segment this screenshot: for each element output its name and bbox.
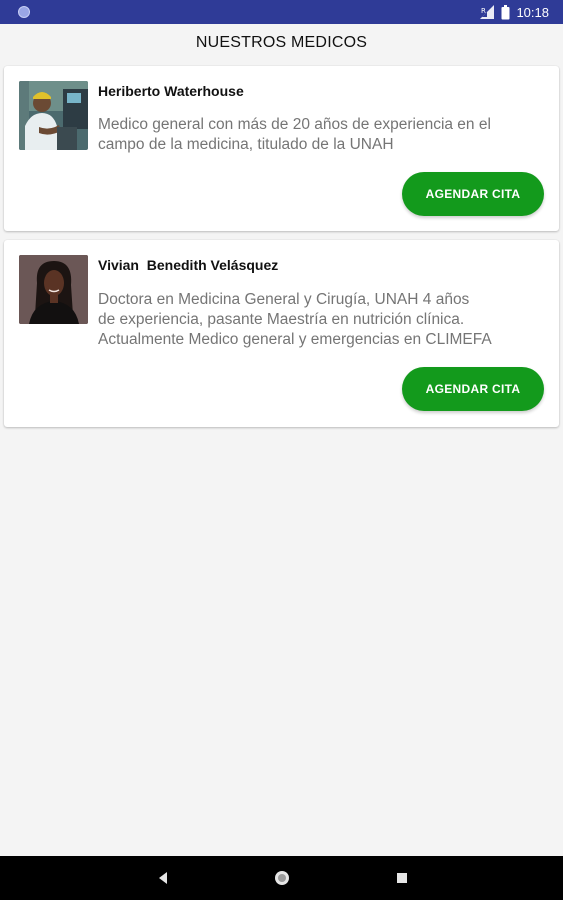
description-line: de experiencia, pasante Maestría en nutr… [98, 311, 465, 328]
recents-icon[interactable] [392, 868, 412, 888]
svg-text:R: R [481, 7, 486, 15]
doctor-avatar [19, 81, 88, 150]
doctor-avatar [19, 255, 88, 324]
page-title: NUESTROS MEDICOS [195, 34, 368, 51]
agendar-cita-button[interactable]: AGENDAR CITA [402, 367, 544, 411]
agendar-cita-button[interactable]: AGENDAR CITA [402, 172, 544, 216]
description-line: Actualmente Medico general y emergencias… [98, 331, 492, 348]
status-icons: R 10:18 [479, 3, 549, 21]
battery-icon [501, 4, 510, 19]
home-icon[interactable] [272, 868, 292, 888]
back-icon[interactable] [153, 868, 173, 888]
doctor-name: Vivian Benedith Velásquez [98, 257, 279, 273]
doctor-photo-icon [19, 81, 88, 150]
status-bar: R 10:18 [0, 0, 563, 24]
doctor-photo-icon [19, 255, 88, 324]
description-line: campo de la medicina, titulado de la UNA… [98, 136, 394, 153]
doctor-card: Vivian Benedith Velásquez Doctora en Med… [4, 240, 559, 427]
navigation-bar [0, 856, 563, 900]
doctor-description: Doctora en Medicina General y Cirugía, U… [98, 290, 538, 350]
status-time: 10:18 [516, 4, 549, 20]
signal-icon: R [480, 5, 495, 19]
notification-dot-icon [18, 6, 30, 18]
doctor-card: Heriberto Waterhouse Medico general con … [4, 66, 559, 231]
doctor-name: Heriberto Waterhouse [98, 83, 244, 99]
doctor-description: Medico general con más de 20 años de exp… [98, 115, 538, 155]
description-line: Medico general con más de 20 años de exp… [98, 116, 491, 133]
description-line: Doctora en Medicina General y Cirugía, U… [98, 291, 470, 308]
